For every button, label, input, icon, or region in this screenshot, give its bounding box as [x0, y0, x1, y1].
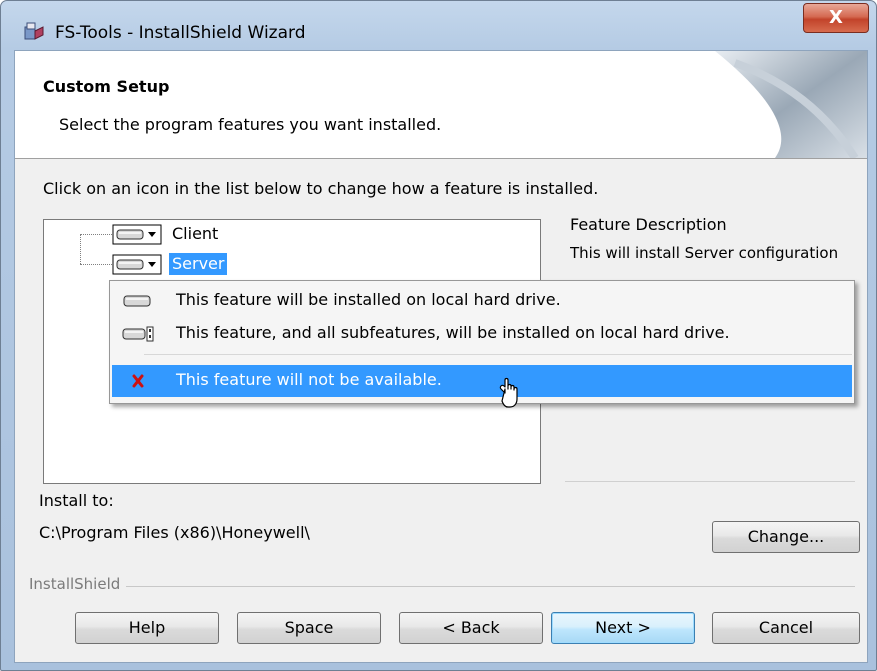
space-button[interactable]: Space [237, 612, 381, 644]
cancel-button[interactable]: Cancel [712, 612, 860, 644]
menu-item-install-all-local[interactable]: This feature, and all subfeatures, will … [112, 318, 852, 350]
header-banner: Custom Setup Select the program features… [15, 51, 867, 159]
installshield-brand-label: InstallShield [29, 575, 127, 593]
install-path: C:\Program Files (x86)\Honeywell\ [39, 523, 310, 542]
title-bar[interactable]: FS-Tools - InstallShield Wizard X [1, 1, 876, 49]
close-button[interactable]: X [803, 3, 869, 33]
divider [29, 586, 855, 587]
hard-drive-icon [123, 295, 151, 307]
feature-item-server[interactable]: Server [169, 253, 228, 275]
installer-window: FS-Tools - InstallShield Wizard X Custom… [0, 0, 877, 671]
window-title: FS-Tools - InstallShield Wizard [55, 23, 306, 43]
menu-separator [144, 354, 852, 355]
menu-item-label: This feature will not be available. [176, 370, 442, 389]
mouse-pointer-icon [499, 377, 518, 408]
feature-item-client[interactable]: Client [169, 223, 221, 245]
menu-item-install-local[interactable]: This feature will be installed on local … [112, 285, 852, 317]
feature-description-text: This will install Server configuration [570, 244, 839, 262]
instruction-text: Click on an icon in the list below to ch… [43, 179, 599, 198]
menu-item-not-available[interactable]: This feature will not be available. [112, 365, 852, 397]
tree-connector [80, 234, 112, 235]
help-button[interactable]: Help [75, 612, 219, 644]
back-button[interactable]: < Back [399, 612, 543, 644]
menu-item-label: This feature will be installed on local … [176, 290, 561, 309]
install-to-label: Install to: [39, 491, 114, 510]
page-title: Custom Setup [43, 77, 170, 96]
hard-drive-icon[interactable] [112, 254, 162, 275]
tree-connector [80, 234, 81, 264]
installer-app-icon [24, 22, 44, 40]
change-button[interactable]: Change... [712, 521, 860, 553]
hard-drive-icon[interactable] [112, 224, 162, 245]
page-curl-graphic [715, 51, 867, 158]
page-subtitle: Select the program features you want ins… [59, 115, 442, 134]
hard-drive-subfeatures-icon [122, 326, 154, 342]
feature-description-title: Feature Description [570, 215, 727, 234]
menu-item-label: This feature, and all subfeatures, will … [176, 323, 730, 342]
feature-install-menu: This feature will be installed on local … [109, 280, 855, 404]
next-button[interactable]: Next > [551, 612, 695, 644]
tree-connector [80, 264, 112, 265]
red-x-icon [132, 374, 144, 388]
divider [565, 481, 855, 482]
